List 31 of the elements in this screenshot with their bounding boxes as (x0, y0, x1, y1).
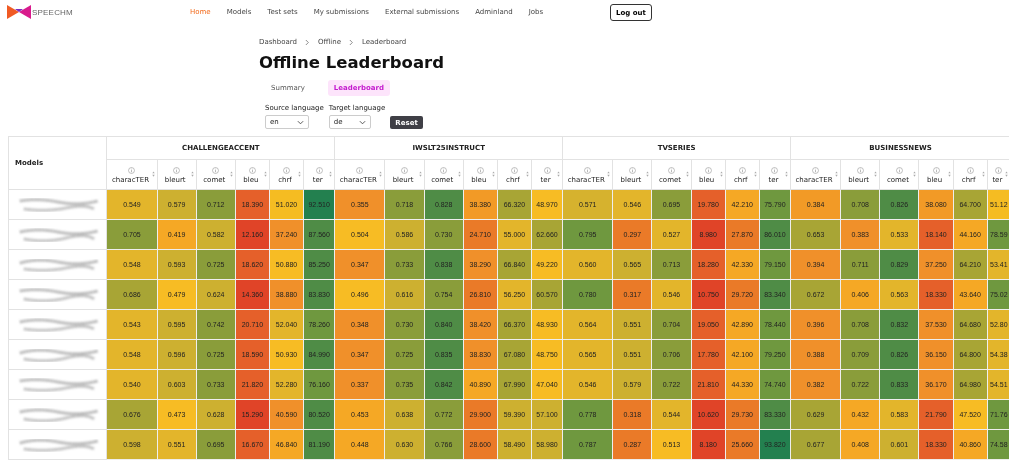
info-icon[interactable] (510, 167, 518, 174)
info-icon[interactable] (212, 167, 220, 174)
info-icon[interactable] (704, 167, 712, 174)
info-icon[interactable] (738, 167, 746, 174)
chevron-icon (348, 38, 354, 46)
info-icon[interactable] (628, 167, 636, 174)
info-icon[interactable] (932, 167, 940, 174)
info-icon[interactable] (995, 167, 1003, 174)
info-icon[interactable] (543, 167, 551, 174)
page-title: Offline Leaderboard (259, 53, 445, 74)
info-icon[interactable] (895, 167, 903, 174)
info-icon[interactable] (440, 167, 448, 174)
info-icon[interactable] (856, 167, 864, 174)
info-icon[interactable] (173, 167, 181, 174)
info-icon[interactable] (966, 167, 974, 174)
info-icon[interactable] (584, 167, 592, 174)
info-icon[interactable] (356, 167, 364, 174)
chevron-icon (305, 38, 310, 46)
info-icon[interactable] (128, 167, 136, 174)
info-icon[interactable] (812, 167, 820, 174)
info-icon[interactable] (771, 167, 779, 174)
info-icon[interactable] (476, 167, 484, 174)
info-icon[interactable] (668, 167, 675, 174)
info-icon[interactable] (315, 167, 323, 174)
info-icon[interactable] (401, 167, 408, 174)
chevron-down-icon[interactable] (358, 119, 366, 125)
logo-icon (7, 4, 31, 20)
brand-name: SPEECHM (32, 7, 73, 17)
chevron-down-icon[interactable] (297, 119, 304, 125)
info-icon[interactable] (248, 167, 256, 174)
info-icon[interactable] (283, 167, 291, 174)
